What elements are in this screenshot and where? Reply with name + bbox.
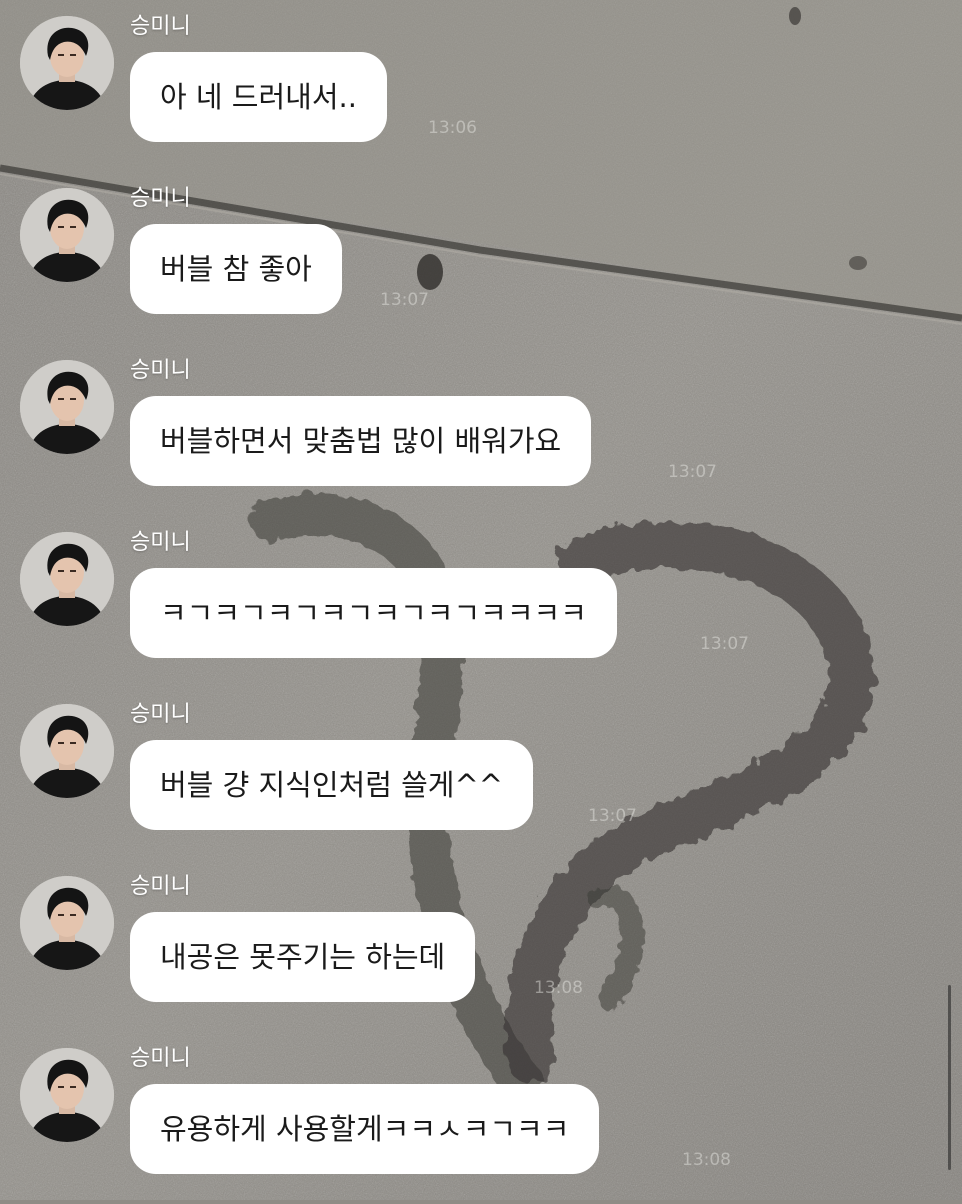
- avatar-photo: [20, 532, 114, 626]
- chat-message: 승미니 버블하면서 맞춤법 많이 배워가요 13:07: [0, 344, 962, 516]
- sender-name: 승미니: [130, 702, 191, 727]
- message-time: 13:06: [428, 118, 477, 138]
- message-bubble[interactable]: 내공은 못주기는 하는데: [130, 912, 476, 1002]
- avatar[interactable]: [20, 1048, 114, 1142]
- message-time: 13:08: [682, 1150, 731, 1170]
- message-bubble[interactable]: 버블 참 좋아: [130, 224, 342, 314]
- sender-name: 승미니: [130, 874, 191, 899]
- message-bubble[interactable]: ㅋㄱㅋㄱㅋㄱㅋㄱㅋㄱㅋㄱㅋㅋㅋㅋ: [130, 568, 617, 658]
- sender-name: 승미니: [130, 1046, 191, 1071]
- sender-name: 승미니: [130, 186, 191, 211]
- message-time: 13:08: [534, 978, 583, 998]
- avatar-photo: [20, 16, 114, 110]
- message-time: 13:07: [588, 806, 637, 826]
- avatar[interactable]: [20, 704, 114, 798]
- chat-message: 승미니 유용하게 사용할게ㅋㅋㅅㅋㄱㅋㅋ 13:08: [0, 1032, 962, 1204]
- message-bubble[interactable]: 유용하게 사용할게ㅋㅋㅅㅋㄱㅋㅋ: [130, 1084, 600, 1174]
- chat-message: 승미니 버블 참 좋아 13:07: [0, 172, 962, 344]
- message-bubble[interactable]: 버블하면서 맞춤법 많이 배워가요: [130, 396, 592, 486]
- avatar[interactable]: [20, 360, 114, 454]
- avatar[interactable]: [20, 16, 114, 110]
- message-time: 13:07: [700, 634, 749, 654]
- message-bubble[interactable]: 버블 걍 지식인처럼 쓸게^^: [130, 740, 534, 830]
- chat-message: 승미니 내공은 못주기는 하는데 13:08: [0, 860, 962, 1032]
- message-time: 13:07: [668, 462, 717, 482]
- avatar-photo: [20, 360, 114, 454]
- avatar[interactable]: [20, 188, 114, 282]
- scrollbar[interactable]: [948, 985, 951, 1170]
- sender-name: 승미니: [130, 530, 191, 555]
- chat-message: 승미니 버블 걍 지식인처럼 쓸게^^ 13:07: [0, 688, 962, 860]
- avatar-photo: [20, 704, 114, 798]
- sender-name: 승미니: [130, 358, 191, 383]
- avatar-photo: [20, 876, 114, 970]
- sender-name: 승미니: [130, 14, 191, 39]
- avatar[interactable]: [20, 876, 114, 970]
- chat-message: 승미니 ㅋㄱㅋㄱㅋㄱㅋㄱㅋㄱㅋㄱㅋㅋㅋㅋ 13:07: [0, 516, 962, 688]
- avatar-photo: [20, 1048, 114, 1142]
- avatar-photo: [20, 188, 114, 282]
- avatar[interactable]: [20, 532, 114, 626]
- message-time: 13:07: [380, 290, 429, 310]
- chat-message: 승미니 아 네 드러내서.. 13:06: [0, 0, 962, 172]
- message-bubble[interactable]: 아 네 드러내서..: [130, 52, 387, 142]
